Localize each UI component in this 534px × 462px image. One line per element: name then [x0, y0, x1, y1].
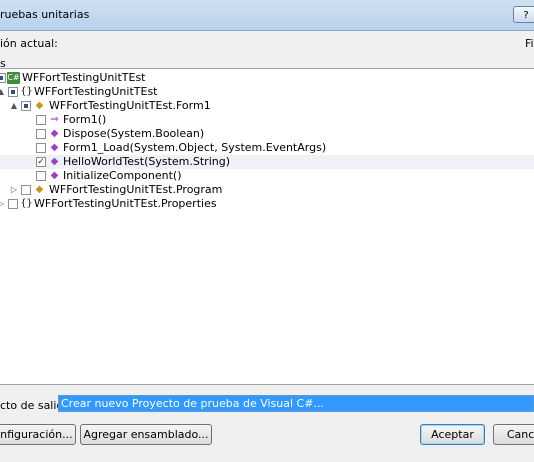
tree-item-namespace[interactable]: ▲ {} WFFortTestingUnitTEst	[0, 85, 534, 99]
tree-item-project[interactable]: C# WFFortTestingUnitTEst	[0, 71, 534, 85]
tree-item-method[interactable]: ⇒ Form1()	[0, 113, 534, 127]
tree-item-checkbox[interactable]	[8, 199, 18, 209]
tree-item-checkbox[interactable]	[21, 101, 31, 111]
tree-item-checkbox[interactable]	[36, 171, 46, 181]
tree-item-checkbox[interactable]	[21, 185, 31, 195]
output-project-select[interactable]: Crear nuevo Proyecto de prueba de Visual…	[58, 395, 534, 412]
cancel-button[interactable]: Cancel	[493, 424, 534, 445]
tree-item-label: WFFortTestingUnitTEst	[34, 85, 158, 98]
tree-item-checkbox[interactable]	[36, 115, 46, 125]
constructor-icon: ⇒	[50, 114, 59, 125]
namespace-icon: {}	[20, 86, 33, 97]
protected-method-icon: ◆	[50, 128, 59, 139]
filter-label[interactable]: Fil	[525, 37, 534, 50]
private-method-icon: ◆	[50, 142, 59, 153]
tree-item-method[interactable]: ✓ ◆ HelloWorldTest(System.String)	[0, 155, 534, 169]
tree-item-label: WFFortTestingUnitTEst.Form1	[49, 99, 211, 112]
tree-item-label: HelloWorldTest(System.String)	[63, 155, 230, 168]
expand-arrow-icon[interactable]: ▷	[0, 197, 6, 211]
title-bar: ruebas unitarias ?	[0, 0, 534, 31]
tree-item-class-form1[interactable]: ▲ ◆ WFFortTestingUnitTEst.Form1	[0, 99, 534, 113]
tree-item-label: WFFortTestingUnitTEst	[22, 71, 146, 84]
tree-item-label: WFFortTestingUnitTEst.Properties	[34, 197, 217, 210]
tree-item-checkbox[interactable]	[0, 73, 6, 83]
tree-item-class-program[interactable]: ▷ ◆ WFFortTestingUnitTEst.Program	[0, 183, 534, 197]
method-icon: ◆	[50, 156, 59, 167]
configuration-button[interactable]: onfiguración...	[0, 424, 76, 445]
tree-item-label: InitializeComponent()	[63, 169, 182, 182]
current-selection-label: ión actual:	[0, 37, 58, 50]
accept-button[interactable]: Aceptar	[420, 424, 485, 445]
collapse-arrow-icon[interactable]: ▲	[9, 99, 19, 113]
tree-item-method[interactable]: ◆ Form1_Load(System.Object, System.Event…	[0, 141, 534, 155]
tree-item-checkbox[interactable]	[36, 143, 46, 153]
tree-item-checkbox[interactable]: ✓	[36, 157, 46, 167]
namespace-icon: {}	[20, 198, 33, 209]
collapse-arrow-icon[interactable]: ▲	[0, 85, 6, 99]
tree-item-label: Form1()	[63, 113, 107, 126]
add-assembly-button[interactable]: Agregar ensamblado...	[80, 424, 212, 445]
private-method-icon: ◆	[50, 170, 59, 181]
tree-item-checkbox[interactable]	[36, 129, 46, 139]
expand-arrow-icon[interactable]: ▷	[9, 183, 19, 197]
types-tree[interactable]: C# WFFortTestingUnitTEst ▲ {} WFFortTest…	[0, 68, 534, 385]
tree-item-method[interactable]: ◆ InitializeComponent()	[0, 169, 534, 183]
tree-item-label: Dispose(System.Boolean)	[63, 127, 205, 140]
tree-item-checkbox[interactable]	[8, 87, 18, 97]
project-icon: C#	[7, 72, 20, 84]
tree-item-method[interactable]: ◆ Dispose(System.Boolean)	[0, 127, 534, 141]
class-icon: ◆	[35, 184, 44, 195]
tree-item-label: Form1_Load(System.Object, System.EventAr…	[63, 141, 327, 154]
class-icon: ◆	[35, 100, 44, 111]
tree-item-label: WFFortTestingUnitTEst.Program	[49, 183, 223, 196]
window-title: ruebas unitarias	[0, 8, 90, 21]
help-button[interactable]: ?	[513, 6, 534, 23]
tree-item-namespace-properties[interactable]: ▷ {} WFFortTestingUnitTEst.Properties	[0, 197, 534, 211]
